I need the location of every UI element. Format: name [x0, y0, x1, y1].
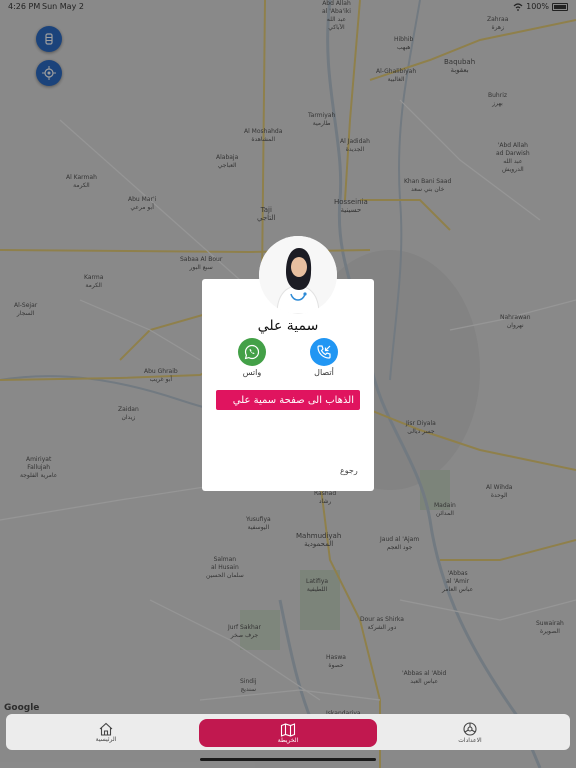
tab-settings-label: الاعدادات — [458, 736, 482, 744]
tab-bar: الرئيسية الخريطة الاعدادات — [6, 714, 570, 750]
tab-home[interactable]: الرئيسية — [66, 714, 146, 750]
call-button[interactable] — [310, 338, 338, 366]
phone-incoming-icon — [317, 345, 331, 359]
whatsapp-icon — [244, 344, 260, 360]
tab-map[interactable]: الخريطة — [199, 719, 377, 747]
doctor-avatar-icon — [259, 236, 337, 314]
home-icon — [99, 722, 113, 736]
home-indicator — [200, 758, 376, 761]
go-to-profile-button[interactable]: الذهاب الى صفحة سمية علي — [216, 390, 360, 410]
profile-name: سمية علي — [257, 318, 319, 334]
battery-percent: 100% — [526, 2, 549, 11]
status-right: 100% — [513, 2, 568, 11]
wifi-icon — [513, 2, 523, 11]
tab-map-label: الخريطة — [277, 736, 299, 744]
status-date: Sun May 2 — [42, 2, 84, 11]
back-button[interactable]: رجوع — [340, 466, 358, 475]
tab-settings[interactable]: الاعدادات — [430, 714, 510, 750]
settings-icon — [463, 721, 477, 736]
map-icon — [280, 722, 296, 737]
call-label: أتصال — [314, 368, 334, 377]
profile-avatar — [259, 236, 337, 314]
whatsapp-label: واتس — [242, 368, 262, 377]
battery-icon — [552, 2, 568, 11]
whatsapp-button[interactable] — [238, 338, 266, 366]
status-bar: 4:26 PM Sun May 2 100% — [0, 0, 576, 14]
status-time: 4:26 PM — [8, 2, 41, 11]
tab-home-label: الرئيسية — [95, 735, 117, 743]
